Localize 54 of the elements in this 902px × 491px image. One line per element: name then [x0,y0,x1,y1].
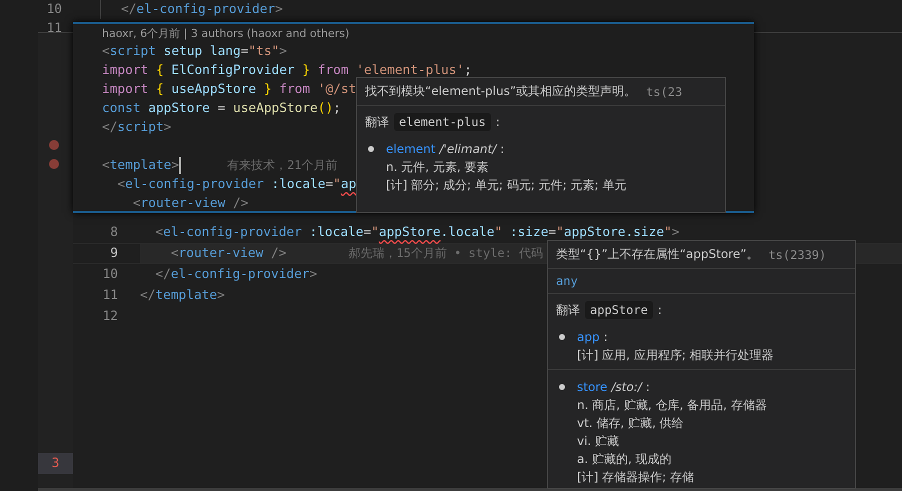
colon: : [604,329,608,346]
error-code: ts(2339) [768,248,826,262]
line-number: 3 [38,453,73,474]
definition-text: [计] 应用, 应用程序; 相联并行处理器 [577,347,774,364]
colon: : [658,303,662,317]
code-line: </template> [140,287,225,305]
error-code: ts(23 [646,84,682,98]
phonetic: /'elimant/ [439,141,496,158]
type-info: any [556,274,578,288]
line-number: 12 [102,308,118,326]
code-line: <router-view /> [132,195,248,211]
colon: : [646,379,650,396]
translate-label: 翻译 [365,114,389,130]
bullet-icon [368,146,374,152]
term-chip: element-plus [394,113,491,131]
code-line: const appStore = useAppStore(); [102,100,341,118]
line-number: 9 [109,245,118,263]
code-line: <router-view /> [170,245,286,263]
definition-text: vt. 储存, 贮藏, 供给 [577,415,685,432]
code-line: <script setup lang="ts"> [102,43,287,61]
code-line: import { useAppStore } from '@/st [102,81,356,99]
line-number: 11 [46,20,62,38]
code-line: <template> [102,157,180,175]
dictionary-word[interactable]: app [577,328,600,346]
phonetic: /sto:/ [611,379,642,396]
definition-text: n. 元件, 元素, 要素 [386,159,490,176]
dictionary-word[interactable]: element [386,140,436,158]
line-number: 11 [102,287,118,305]
code-line: <el-config-provider :locale="appStore.locale" :size="appStore.size"> [154,224,680,242]
definition-text: vi. 贮藏 [577,433,620,450]
error-message: 类型“{}”上不存在属性“appStore”。 [556,246,758,263]
definition-text: n. 商店, 贮藏, 仓库, 备用品, 存储器 [577,397,767,414]
bullet-icon [559,334,565,340]
dictionary-word[interactable]: store [577,378,608,396]
code-line: </script> [102,119,172,137]
colon: : [496,115,500,129]
definition-text: [计] 存储器操作; 存储 [577,469,696,486]
term-chip: appStore [585,301,653,319]
bullet-icon [559,384,565,390]
error-message: 找不到模块“element-plus”或其相应的类型声明。 [365,83,636,100]
code-line: </el-config-provider> [100,0,283,19]
translate-label: 翻译 [556,302,580,318]
line-number: 10 [102,266,118,284]
colon: : [500,141,504,158]
code-line: </el-config-provider> [154,266,318,284]
code-line: <el-config-provider :locale="ap [116,176,356,194]
definition-text: [计] 部分; 成分; 单元; 码元; 元件; 元素; 单元 [386,177,626,194]
definition-text: a. 贮藏的, 现成的 [577,451,673,468]
line-number: 8 [109,224,118,242]
blame-annotation: 郝先瑞，15个月前 • style: 代码 [348,245,544,262]
blame-annotation: 有来技术，21个月前 [227,157,338,174]
blame-header: haoxr, 6个月前 | 3 authors (haoxr and others) [102,26,350,42]
code-line: import { ElConfigProvider } from 'element-plus'; [102,62,472,80]
line-number: 10 [46,1,62,19]
